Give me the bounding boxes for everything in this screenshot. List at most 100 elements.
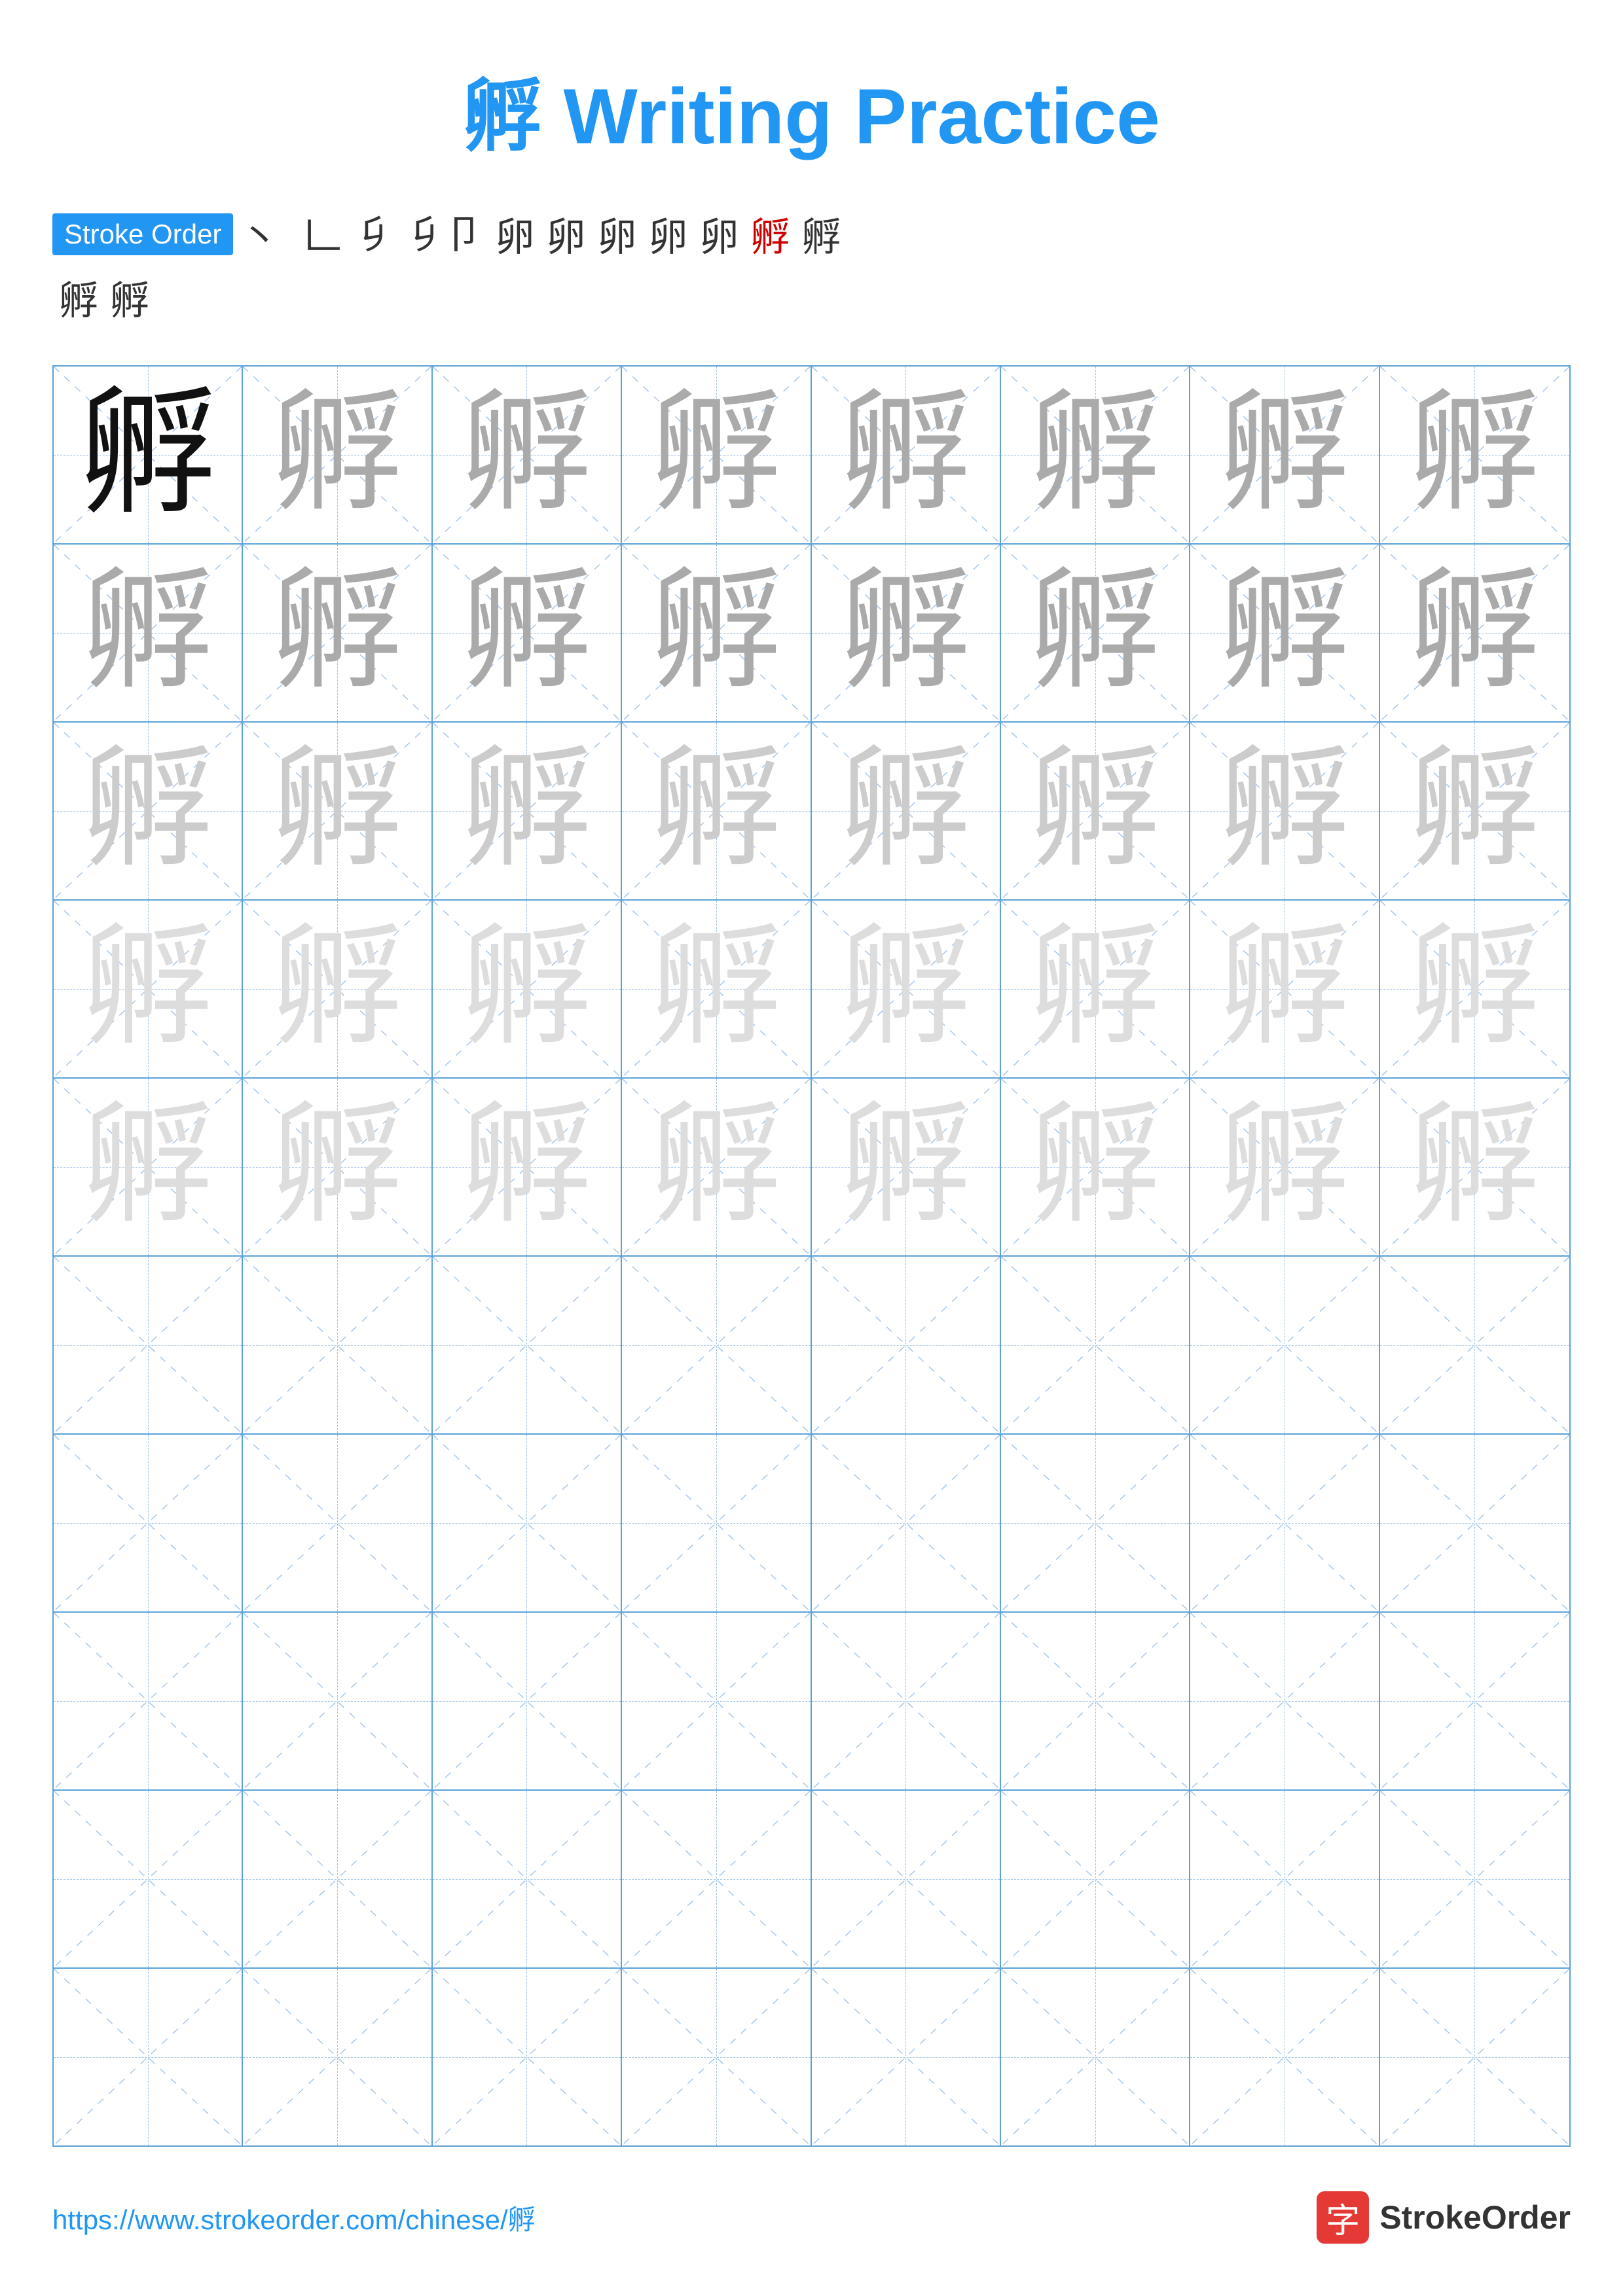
grid-cell-10-4[interactable] xyxy=(622,1969,811,2145)
grid-cell-1-5[interactable]: 孵 xyxy=(812,367,1001,543)
grid-row-10 xyxy=(54,1969,1569,2145)
grid-cell-1-4[interactable]: 孵 xyxy=(622,367,811,543)
char-guide: 孵 xyxy=(651,745,782,876)
grid-cell-7-8[interactable] xyxy=(1380,1435,1569,1611)
grid-cell-1-8[interactable]: 孵 xyxy=(1380,367,1569,543)
grid-cell-2-8[interactable]: 孵 xyxy=(1380,545,1569,721)
grid-cell-2-7[interactable]: 孵 xyxy=(1190,545,1379,721)
grid-cell-3-3[interactable]: 孵 xyxy=(433,723,622,899)
grid-cell-7-1[interactable] xyxy=(54,1435,243,1611)
grid-row-2: 孵 孵 孵 孵 孵 孵 孵 孵 xyxy=(54,545,1569,723)
grid-cell-8-1[interactable] xyxy=(54,1613,243,1789)
grid-cell-10-5[interactable] xyxy=(812,1969,1001,2145)
grid-cell-6-7[interactable] xyxy=(1190,1257,1379,1433)
grid-cell-5-3[interactable]: 孵 xyxy=(433,1079,622,1255)
grid-cell-7-5[interactable] xyxy=(812,1435,1001,1611)
grid-cell-3-2[interactable]: 孵 xyxy=(243,723,432,899)
grid-cell-9-4[interactable] xyxy=(622,1791,811,1967)
footer-url-link[interactable]: https://www.strokeorder.com/chinese/孵 xyxy=(52,2198,536,2238)
grid-cell-4-6[interactable]: 孵 xyxy=(1001,901,1190,1077)
grid-cell-3-7[interactable]: 孵 xyxy=(1190,723,1379,899)
grid-cell-7-4[interactable] xyxy=(622,1435,811,1611)
grid-cell-5-8[interactable]: 孵 xyxy=(1380,1079,1569,1255)
grid-cell-1-3[interactable]: 孵 xyxy=(433,367,622,543)
grid-cell-10-2[interactable] xyxy=(243,1969,432,2145)
grid-cell-6-4[interactable] xyxy=(622,1257,811,1433)
grid-cell-1-2[interactable]: 孵 xyxy=(243,367,432,543)
grid-row-8 xyxy=(54,1613,1569,1791)
grid-cell-2-4[interactable]: 孵 xyxy=(622,545,811,721)
char-guide: 孵 xyxy=(651,389,782,520)
grid-cell-9-2[interactable] xyxy=(243,1791,432,1967)
grid-cell-4-4[interactable]: 孵 xyxy=(622,901,811,1077)
char-guide: 孵 xyxy=(840,924,971,1054)
char-guide: 孵 xyxy=(272,389,403,520)
grid-cell-7-7[interactable] xyxy=(1190,1435,1379,1611)
grid-cell-5-1[interactable]: 孵 xyxy=(54,1079,243,1255)
grid-cell-1-1[interactable]: 孵 xyxy=(54,367,243,543)
stroke-step-11: 孵 xyxy=(750,206,790,262)
grid-cell-7-3[interactable] xyxy=(433,1435,622,1611)
title-text: Writing Practice xyxy=(541,73,1160,160)
grid-cell-5-7[interactable]: 孵 xyxy=(1190,1079,1379,1255)
grid-cell-2-2[interactable]: 孵 xyxy=(243,545,432,721)
grid-cell-5-5[interactable]: 孵 xyxy=(812,1079,1001,1255)
grid-cell-5-6[interactable]: 孵 xyxy=(1001,1079,1190,1255)
grid-cell-6-3[interactable] xyxy=(433,1257,622,1433)
grid-cell-7-2[interactable] xyxy=(243,1435,432,1611)
grid-cell-10-3[interactable] xyxy=(433,1969,622,2145)
grid-cell-6-6[interactable] xyxy=(1001,1257,1190,1433)
grid-cell-3-1[interactable]: 孵 xyxy=(54,723,243,899)
grid-cell-6-1[interactable] xyxy=(54,1257,243,1433)
grid-cell-2-1[interactable]: 孵 xyxy=(54,545,243,721)
grid-cell-4-3[interactable]: 孵 xyxy=(433,901,622,1077)
grid-cell-8-7[interactable] xyxy=(1190,1613,1379,1789)
grid-cell-8-2[interactable] xyxy=(243,1613,432,1789)
grid-cell-4-8[interactable]: 孵 xyxy=(1380,901,1569,1077)
grid-cell-2-6[interactable]: 孵 xyxy=(1001,545,1190,721)
grid-cell-6-5[interactable] xyxy=(812,1257,1001,1433)
grid-cell-10-6[interactable] xyxy=(1001,1969,1190,2145)
grid-cell-10-7[interactable] xyxy=(1190,1969,1379,2145)
stroke-step-1: 丶 xyxy=(240,206,279,262)
grid-cell-9-5[interactable] xyxy=(812,1791,1001,1967)
grid-cell-9-8[interactable] xyxy=(1380,1791,1569,1967)
grid-cell-4-5[interactable]: 孵 xyxy=(812,901,1001,1077)
grid-cell-5-4[interactable]: 孵 xyxy=(622,1079,811,1255)
grid-row-5: 孵 孵 孵 孵 孵 孵 孵 孵 xyxy=(54,1079,1569,1257)
char-guide: 孵 xyxy=(461,924,592,1054)
grid-cell-1-6[interactable]: 孵 xyxy=(1001,367,1190,543)
grid-cell-1-7[interactable]: 孵 xyxy=(1190,367,1379,543)
grid-cell-9-7[interactable] xyxy=(1190,1791,1379,1967)
grid-cell-10-1[interactable] xyxy=(54,1969,243,2145)
grid-cell-9-3[interactable] xyxy=(433,1791,622,1967)
grid-cell-7-6[interactable] xyxy=(1001,1435,1190,1611)
grid-cell-9-1[interactable] xyxy=(54,1791,243,1967)
grid-cell-4-2[interactable]: 孵 xyxy=(243,901,432,1077)
grid-cell-3-8[interactable]: 孵 xyxy=(1380,723,1569,899)
grid-cell-6-2[interactable] xyxy=(243,1257,432,1433)
grid-cell-8-6[interactable] xyxy=(1001,1613,1190,1789)
grid-cell-3-6[interactable]: 孵 xyxy=(1001,723,1190,899)
char-guide: 孵 xyxy=(82,745,213,876)
grid-cell-5-2[interactable]: 孵 xyxy=(243,1079,432,1255)
grid-cell-3-4[interactable]: 孵 xyxy=(622,723,811,899)
grid-cell-2-3[interactable]: 孵 xyxy=(433,545,622,721)
char-guide: 孵 xyxy=(1219,567,1350,698)
grid-cell-2-5[interactable]: 孵 xyxy=(812,545,1001,721)
char-guide: 孵 xyxy=(1030,924,1161,1054)
grid-row-6 xyxy=(54,1257,1569,1435)
grid-cell-8-3[interactable] xyxy=(433,1613,622,1789)
grid-cell-6-8[interactable] xyxy=(1380,1257,1569,1433)
char-guide: 孵 xyxy=(1030,1102,1161,1232)
char-guide: 孵 xyxy=(651,924,782,1054)
grid-cell-4-1[interactable]: 孵 xyxy=(54,901,243,1077)
grid-cell-3-5[interactable]: 孵 xyxy=(812,723,1001,899)
grid-cell-8-5[interactable] xyxy=(812,1613,1001,1789)
grid-cell-10-8[interactable] xyxy=(1380,1969,1569,2145)
grid-cell-9-6[interactable] xyxy=(1001,1791,1190,1967)
grid-cell-4-7[interactable]: 孵 xyxy=(1190,901,1379,1077)
grid-cell-8-8[interactable] xyxy=(1380,1613,1569,1789)
char-guide: 孵 xyxy=(461,1102,592,1232)
grid-cell-8-4[interactable] xyxy=(622,1613,811,1789)
